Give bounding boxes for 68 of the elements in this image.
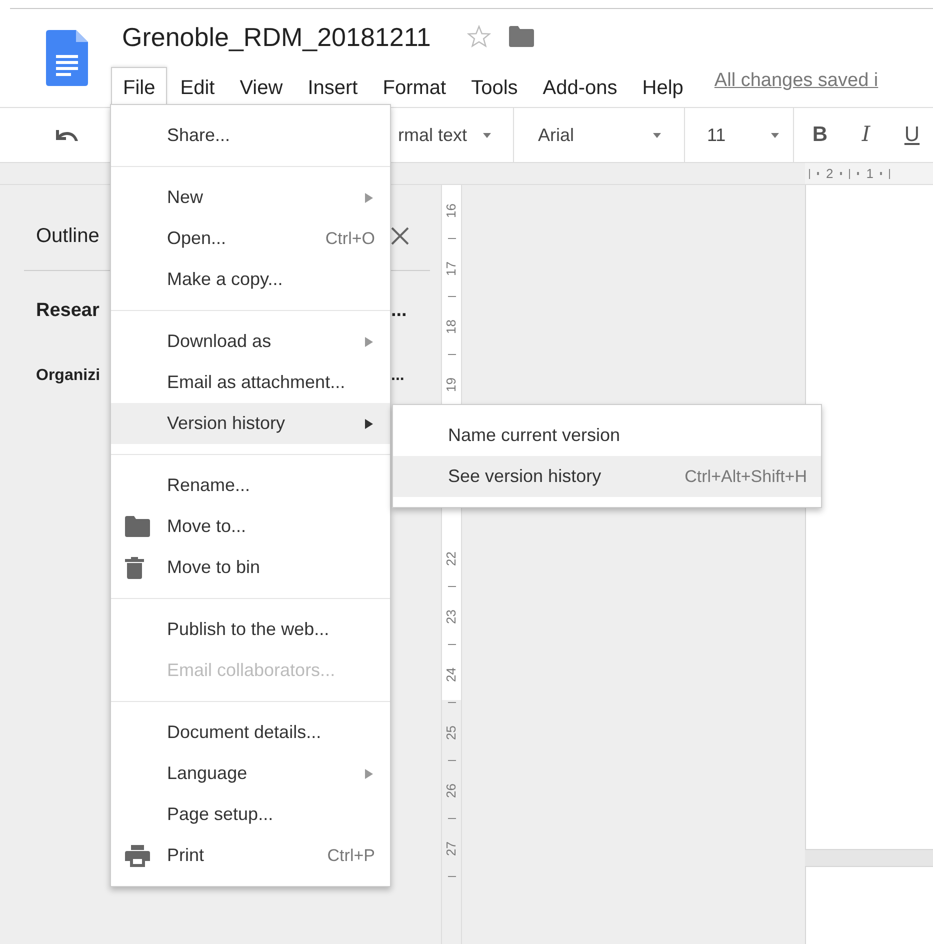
menu-bar-item[interactable]: File bbox=[111, 67, 168, 107]
menu-bar-item[interactable]: View bbox=[228, 67, 295, 107]
undo-icon[interactable] bbox=[56, 128, 80, 142]
menu-item[interactable]: Move to... bbox=[111, 506, 390, 547]
document-icon[interactable] bbox=[46, 30, 88, 86]
caret-icon bbox=[483, 132, 491, 138]
menu-item[interactable]: New bbox=[111, 177, 390, 218]
ruler-number: 23 bbox=[442, 610, 460, 624]
outline-title: Outline bbox=[35, 224, 100, 249]
caret-icon bbox=[365, 418, 373, 428]
outline-heading[interactable]: Resear bbox=[0, 297, 110, 326]
caret-icon bbox=[653, 132, 661, 138]
shortcut-text: Ctrl+P bbox=[327, 844, 375, 867]
menu-item[interactable]: Open... Ctrl+O bbox=[111, 218, 390, 259]
ruler-number: 1 bbox=[866, 164, 874, 183]
ruler-number: 25 bbox=[442, 726, 460, 740]
font-dropdown[interactable]: Arial bbox=[514, 122, 684, 148]
ruler-number: 2 bbox=[826, 164, 834, 183]
save-status-link[interactable]: All changes saved i bbox=[714, 66, 878, 95]
outline-heading[interactable]: Organizi bbox=[0, 364, 110, 388]
menu-item[interactable]: Version history bbox=[111, 403, 390, 444]
menu-item[interactable]: Share... bbox=[111, 115, 390, 156]
trash-icon bbox=[125, 556, 144, 578]
submenu-item[interactable]: Name current version bbox=[393, 415, 821, 456]
menu-bar-item[interactable]: Help bbox=[630, 67, 696, 107]
close-icon[interactable] bbox=[391, 227, 409, 245]
menu-item[interactable]: Rename... bbox=[111, 465, 390, 506]
menu-item[interactable]: Print Ctrl+P bbox=[111, 835, 390, 876]
ruler-number: 18 bbox=[442, 320, 460, 334]
menu-item[interactable]: Page setup... bbox=[111, 794, 390, 835]
font-size-dropdown[interactable]: 11 bbox=[685, 122, 793, 148]
star-icon[interactable] bbox=[466, 25, 491, 48]
caret-icon bbox=[365, 336, 373, 346]
caret-icon bbox=[771, 132, 779, 138]
ruler-number: 26 bbox=[442, 784, 460, 798]
menu-item[interactable]: Publish to the web... bbox=[111, 609, 390, 650]
ruler-number: 24 bbox=[442, 668, 460, 682]
menu-item[interactable]: Make a copy... bbox=[111, 259, 390, 300]
format-button[interactable]: U bbox=[900, 119, 924, 151]
folder-icon[interactable] bbox=[508, 26, 534, 48]
menu-bar-item[interactable]: Add-ons bbox=[530, 67, 630, 107]
caret-icon bbox=[365, 192, 373, 202]
menu-bar-item[interactable]: Format bbox=[370, 67, 458, 107]
menu-item[interactable]: Language bbox=[111, 753, 390, 794]
format-button[interactable]: I bbox=[854, 119, 878, 151]
ruler-number: 19 bbox=[442, 378, 460, 392]
printer-icon bbox=[125, 844, 150, 866]
menu-item[interactable]: Document details... bbox=[111, 712, 390, 753]
menu-bar-item[interactable]: Tools bbox=[459, 67, 530, 107]
submenu-item[interactable]: See version history Ctrl+Alt+Shift+H bbox=[393, 456, 821, 497]
menu-bar-item[interactable]: Edit bbox=[168, 67, 227, 107]
style-dropdown[interactable]: rmal text bbox=[398, 122, 513, 148]
document-title[interactable]: Grenoble_RDM_20181211 bbox=[122, 24, 431, 50]
shortcut-text: Ctrl+O bbox=[325, 228, 375, 250]
ruler-number: 17 bbox=[442, 262, 460, 276]
caret-icon bbox=[365, 768, 373, 778]
menu-item[interactable]: Email as attachment... bbox=[111, 362, 390, 403]
ruler-number: 27 bbox=[442, 842, 460, 856]
menu-item[interactable]: Download as bbox=[111, 321, 390, 362]
outline-heading[interactable]: ... bbox=[391, 297, 441, 326]
folder-icon bbox=[125, 516, 150, 537]
outline-heading[interactable]: ... bbox=[391, 364, 441, 388]
menu-item[interactable]: Move to bin bbox=[111, 547, 390, 588]
format-button[interactable]: B bbox=[808, 119, 832, 151]
menu-bar-item[interactable]: Insert bbox=[296, 67, 370, 107]
shortcut-text: Ctrl+Alt+Shift+H bbox=[684, 466, 807, 488]
ruler-number: 22 bbox=[442, 552, 460, 566]
ruler-number: 16 bbox=[442, 204, 460, 218]
